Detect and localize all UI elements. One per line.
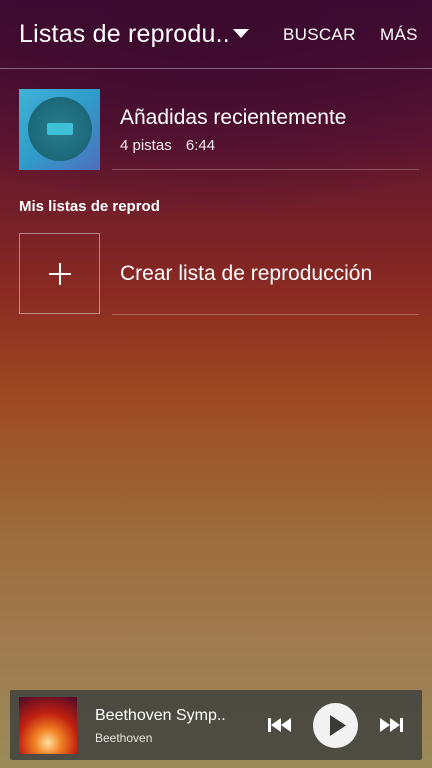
top-bar: Listas de reprodu.. BUSCAR MÁS (0, 0, 432, 69)
section-header: Mis listas de reprod (19, 198, 160, 215)
dropdown-arrow-icon[interactable] (233, 29, 249, 38)
next-icon[interactable] (379, 715, 403, 735)
playlist-meta: 4 pistas 6:44 (120, 137, 215, 154)
add-playlist-box[interactable] (19, 233, 100, 314)
divider (112, 314, 419, 315)
disc-icon (28, 97, 92, 161)
more-button[interactable]: MÁS (380, 25, 418, 45)
page-title[interactable]: Listas de reprodu.. (19, 20, 230, 49)
mini-player[interactable]: Beethoven Symp.. Beethoven (10, 690, 422, 760)
play-button[interactable] (313, 703, 358, 748)
playlist-duration: 6:44 (185, 137, 216, 154)
album-art (19, 89, 100, 170)
now-playing-art (19, 697, 77, 754)
play-icon (330, 715, 346, 736)
playlist-recent[interactable]: Añadidas recientemente 4 pistas 6:44 (0, 87, 432, 171)
playlist-title: Añadidas recientemente (120, 106, 347, 129)
create-playlist-row[interactable]: Crear lista de reproducción (0, 232, 432, 316)
divider (112, 169, 419, 170)
track-title: Beethoven Symp.. (95, 707, 226, 724)
track-count: 4 pistas (120, 137, 172, 154)
artist-name: Beethoven (95, 731, 153, 745)
search-button[interactable]: BUSCAR (283, 25, 356, 45)
create-playlist-label: Crear lista de reproducción (120, 262, 373, 285)
previous-icon[interactable] (268, 715, 292, 735)
